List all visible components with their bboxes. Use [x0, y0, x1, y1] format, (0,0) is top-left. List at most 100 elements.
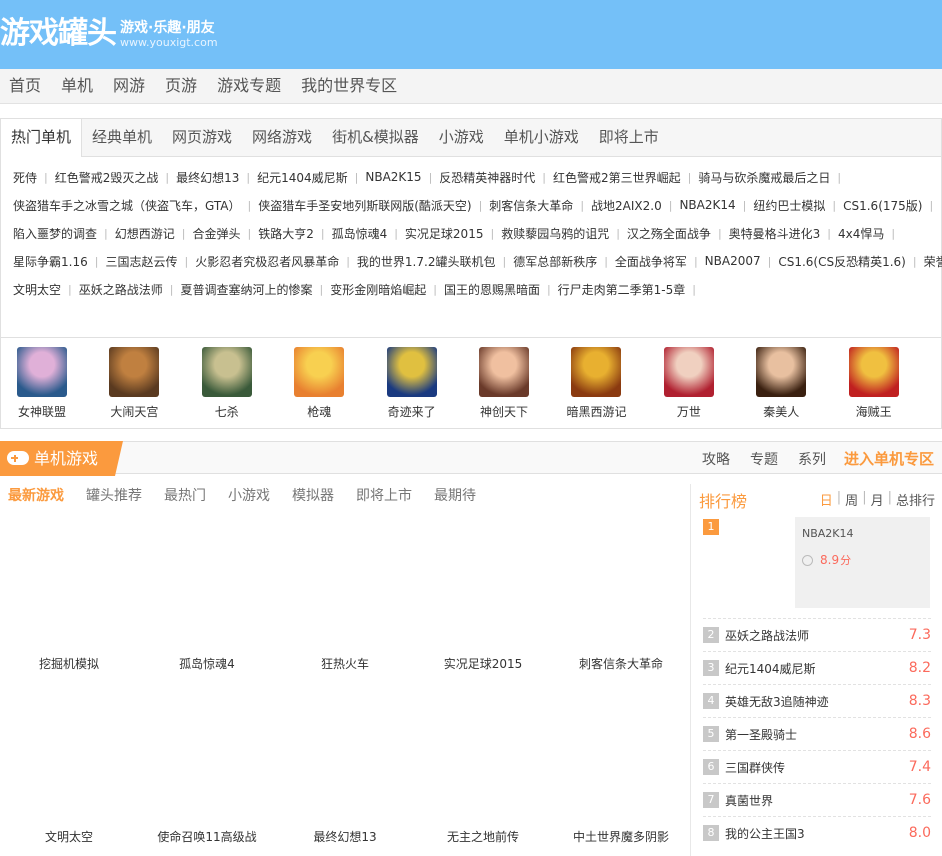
rank-game-name[interactable]: 英雄无敌3追随神迹 [725, 693, 909, 710]
link-guides[interactable]: 攻略 [702, 449, 730, 469]
hot-game-link[interactable]: 我的世界1.7.2罐头联机包 [357, 253, 496, 270]
link-series[interactable]: 系列 [798, 449, 826, 469]
hot-tab[interactable]: 即将上市 [589, 119, 669, 156]
hot-game-link[interactable]: 侠盗猎车手之冰雪之城（侠盗飞车，GTA） [13, 197, 240, 214]
rank-item[interactable]: 8 我的公主王国3 8.0 [703, 816, 931, 849]
game-name[interactable]: 秦美人 [756, 403, 806, 420]
single-tab[interactable]: 模拟器 [292, 485, 334, 505]
hot-game-link[interactable]: 骑马与砍杀魔戒最后之日 [698, 169, 830, 186]
game-name[interactable]: 万世 [664, 403, 714, 420]
hot-game-link[interactable]: 死侍 [13, 169, 37, 186]
hot-game-link[interactable]: 幻想西游记 [115, 225, 175, 242]
hot-game-link[interactable]: NBA2007 [705, 254, 761, 268]
rank-item[interactable]: 6 三国群侠传 7.4 [703, 750, 931, 783]
hot-game-link[interactable]: 4x4悍马 [838, 225, 884, 242]
nav-home[interactable]: 首页 [0, 69, 50, 103]
game-avatar[interactable] [663, 347, 714, 397]
nav-online[interactable]: 网游 [104, 69, 154, 103]
period-all[interactable]: 总排行 [896, 490, 935, 509]
game-name[interactable]: 神创天下 [479, 403, 529, 420]
hot-game-link[interactable]: 德军总部新秩序 [513, 253, 597, 270]
game-grid-item[interactable]: 无主之地前传 [414, 828, 552, 845]
hot-game-link[interactable]: 合金弹头 [192, 225, 240, 242]
single-tab[interactable]: 最热门 [164, 485, 206, 505]
rank-item[interactable]: 3 纪元1404威尼斯 8.2 [703, 651, 931, 684]
hot-tab[interactable]: 热门单机 [1, 119, 83, 157]
hot-game-link[interactable]: 变形金刚暗焰崛起 [330, 281, 426, 298]
hot-tab[interactable]: 小游戏 [429, 119, 494, 156]
rank-top-card[interactable]: NBA2K14 8.9 分 [795, 517, 930, 608]
game-grid-item[interactable]: 实况足球2015 [414, 655, 552, 672]
site-logo[interactable]: 游戏罐头 游戏·乐趣·朋友 www.youxigt.com [0, 14, 218, 54]
hot-game-link[interactable]: 救赎藜园乌鸦的诅咒 [501, 225, 609, 242]
single-tab[interactable]: 最新游戏 [8, 485, 64, 505]
hot-game-link[interactable]: CS1.6(175版) [843, 197, 922, 214]
period-week[interactable]: 周 [845, 490, 858, 509]
hot-game-link[interactable]: 国王的恩赐黑暗面 [444, 281, 540, 298]
hot-tab[interactable]: 网页游戏 [162, 119, 242, 156]
hot-game-link[interactable]: 纪元1404威尼斯 [257, 169, 348, 186]
featured-game[interactable]: 万世 [663, 337, 756, 428]
single-tab[interactable]: 最期待 [434, 485, 476, 505]
featured-game[interactable]: 女神联盟 [17, 337, 109, 428]
rank-game-name[interactable]: 纪元1404威尼斯 [725, 660, 909, 677]
hot-game-link[interactable]: 孤岛惊魂4 [332, 225, 388, 242]
rank-game-name[interactable]: 我的公主王国3 [725, 825, 909, 842]
game-avatar[interactable] [17, 347, 67, 397]
single-tab[interactable]: 小游戏 [228, 485, 270, 505]
hot-game-link[interactable]: 星际争霸1.16 [13, 253, 88, 270]
nav-topics[interactable]: 游戏专题 [208, 69, 290, 103]
featured-game[interactable]: 神创天下 [479, 337, 571, 428]
game-avatar[interactable] [386, 347, 437, 397]
hot-game-link[interactable]: 反恐精英神器时代 [439, 169, 535, 186]
hot-game-link[interactable]: 实况足球2015 [405, 225, 484, 242]
hot-game-link[interactable]: NBA2K15 [365, 170, 421, 184]
game-avatar[interactable] [109, 347, 160, 397]
hot-game-link[interactable]: 全面战争将军 [615, 253, 687, 270]
game-name[interactable]: 七杀 [202, 403, 252, 420]
game-grid-item[interactable]: 孤岛惊魂4 [138, 655, 276, 672]
hot-game-link[interactable]: 陷入噩梦的调查 [13, 225, 97, 242]
game-avatar[interactable] [479, 347, 530, 397]
game-name[interactable]: 奇迹来了 [387, 403, 437, 420]
link-enter-single-zone[interactable]: 进入单机专区 [844, 448, 934, 469]
game-avatar[interactable] [571, 347, 622, 397]
game-grid-item[interactable]: 最终幻想13 [276, 828, 414, 845]
hot-game-link[interactable]: 巫妖之路战法师 [79, 281, 163, 298]
hot-game-link[interactable]: 铁路大亨2 [258, 225, 314, 242]
single-tab[interactable]: 即将上市 [356, 485, 412, 505]
hot-game-link[interactable]: 奥特曼格斗进化3 [729, 225, 821, 242]
game-avatar[interactable] [294, 347, 345, 397]
game-grid-item[interactable]: 文明太空 [0, 828, 138, 845]
nav-web[interactable]: 页游 [156, 69, 206, 103]
featured-game[interactable]: 七杀 [201, 337, 294, 428]
game-grid-item[interactable]: 使命召唤11高级战 [138, 828, 276, 845]
hot-game-link[interactable]: 红色警戒2毁灭之战 [55, 169, 159, 186]
hot-game-link[interactable]: 三国志赵云传 [105, 253, 177, 270]
hot-game-link[interactable]: 侠盗猎车手圣安地列斯联网版(酷派天空) [258, 197, 471, 214]
hot-tab[interactable]: 街机&模拟器 [322, 119, 429, 156]
game-avatar[interactable] [756, 347, 807, 397]
game-name[interactable]: 大闹天宫 [109, 403, 159, 420]
hot-game-link[interactable]: 文明太空 [13, 281, 61, 298]
rank-game-name[interactable]: 第一圣殿骑士 [725, 726, 909, 743]
hot-tab[interactable]: 单机小游戏 [494, 119, 589, 156]
rank-game-name[interactable]: 巫妖之路战法师 [725, 627, 909, 644]
hot-game-link[interactable]: 战地2AIX2.0 [591, 197, 662, 214]
rank-item[interactable]: 4 英雄无敌3追随神迹 8.3 [703, 684, 931, 717]
game-grid-item[interactable]: 中土世界魔多阴影 [552, 828, 690, 845]
game-grid-item[interactable]: 挖掘机模拟 [0, 655, 138, 672]
featured-game[interactable]: 大闹天宫 [109, 337, 201, 428]
rank-game-name[interactable]: 真菌世界 [725, 792, 909, 809]
rank-item[interactable]: 7 真菌世界 7.6 [703, 783, 931, 816]
game-name[interactable]: 女神联盟 [17, 403, 67, 420]
game-name[interactable]: 暗黑西游记 [566, 403, 626, 420]
hot-game-link[interactable]: 纽约巴士模拟 [753, 197, 825, 214]
game-grid-item[interactable]: 刺客信条大革命 [552, 655, 690, 672]
rank-item[interactable]: 2 巫妖之路战法师 7.3 [703, 618, 931, 651]
hot-tab[interactable]: 网络游戏 [242, 119, 322, 156]
hot-game-link[interactable]: 红色警戒2第三世界崛起 [553, 169, 681, 186]
hot-game-link[interactable]: 行尸走肉第二季第1-5章 [558, 281, 686, 298]
featured-game[interactable]: 枪魂 [294, 337, 386, 428]
rank-game-name[interactable]: 三国群侠传 [725, 759, 909, 776]
